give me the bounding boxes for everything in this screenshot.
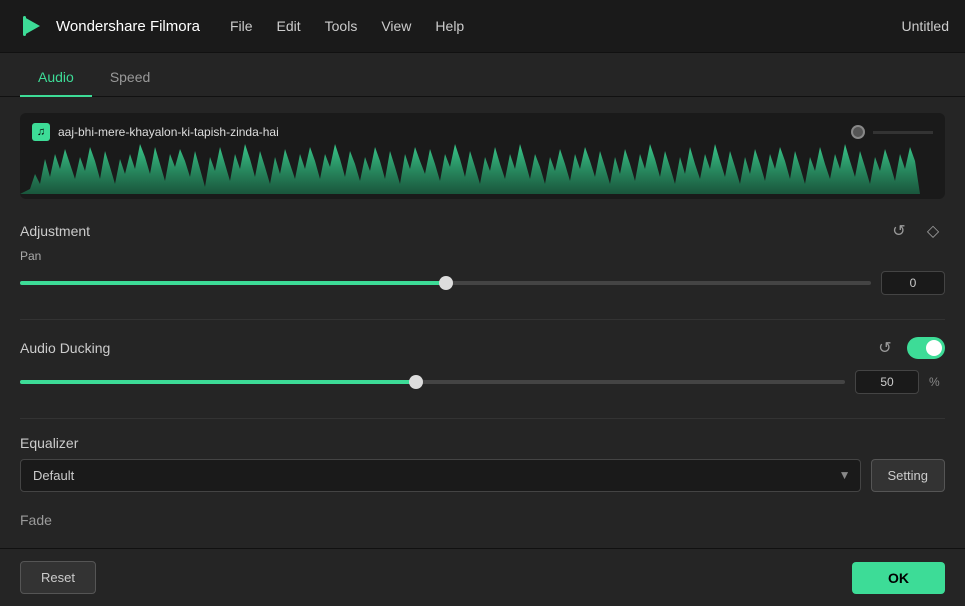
equalizer-row: Default Pop Rock Jazz Classical Custom ▼… <box>20 459 945 492</box>
main-panel: ♫ aaj-bhi-mere-khayalon-ki-tapish-zinda-… <box>0 97 965 548</box>
audio-ducking-slider-fill <box>20 380 416 384</box>
audio-ducking-header: Audio Ducking ↺ <box>20 336 945 360</box>
adjustment-label: Adjustment <box>20 223 90 239</box>
app-name: Wondershare Filmora <box>56 18 200 35</box>
menu-help[interactable]: Help <box>435 14 464 38</box>
adjustment-actions: ↺ ◇ <box>887 219 945 243</box>
waveform-controls <box>851 125 933 139</box>
app-logo <box>16 11 46 41</box>
pan-slider-fill <box>20 281 446 285</box>
tab-bar: Audio Speed <box>0 53 965 97</box>
audio-ducking-reset-btn[interactable]: ↺ <box>873 336 897 360</box>
adjustment-section-header: Adjustment ↺ ◇ <box>20 219 945 243</box>
bottom-bar: Reset OK <box>0 548 965 606</box>
adjustment-diamond-btn[interactable]: ◇ <box>921 219 945 243</box>
window-title: Untitled <box>902 18 949 34</box>
audio-ducking-actions: ↺ <box>873 336 945 360</box>
waveform-svg <box>20 139 920 199</box>
menu-bar: File Edit Tools View Help <box>230 14 902 38</box>
pan-slider-row: 0 <box>20 271 945 295</box>
pan-slider-track[interactable] <box>20 281 871 285</box>
waveform-filename: aaj-bhi-mere-khayalon-ki-tapish-zinda-ha… <box>58 125 843 139</box>
equalizer-setting-btn[interactable]: Setting <box>871 459 945 492</box>
divider-1 <box>20 319 945 320</box>
equalizer-select[interactable]: Default Pop Rock Jazz Classical Custom <box>20 459 861 492</box>
waveform-header: ♫ aaj-bhi-mere-khayalon-ki-tapish-zinda-… <box>32 123 933 141</box>
menu-edit[interactable]: Edit <box>277 14 301 38</box>
toggle-thumb <box>926 340 942 356</box>
menu-tools[interactable]: Tools <box>325 14 358 38</box>
equalizer-label: Equalizer <box>20 435 945 451</box>
audio-ducking-slider-row: 50 % <box>20 370 945 394</box>
audio-ducking-toggle[interactable] <box>907 337 945 359</box>
equalizer-section: Equalizer Default Pop Rock Jazz Classica… <box>20 435 945 492</box>
titlebar: Wondershare Filmora File Edit Tools View… <box>0 0 965 53</box>
waveform-line <box>873 131 933 134</box>
pan-label: Pan <box>20 249 945 263</box>
waveform-playhead[interactable] <box>851 125 865 139</box>
menu-view[interactable]: View <box>381 14 411 38</box>
reset-button[interactable]: Reset <box>20 561 96 594</box>
equalizer-select-wrapper: Default Pop Rock Jazz Classical Custom ▼ <box>20 459 861 492</box>
fade-section: Fade <box>20 512 945 528</box>
audio-ducking-value[interactable]: 50 <box>855 370 919 394</box>
audio-ducking-slider-thumb[interactable] <box>409 375 423 389</box>
music-icon: ♫ <box>32 123 50 141</box>
audio-ducking-slider-track[interactable] <box>20 380 845 384</box>
fade-label: Fade <box>20 512 945 528</box>
audio-ducking-unit: % <box>929 375 945 389</box>
audio-ducking-slider-section: 50 % <box>20 370 945 394</box>
pan-slider-thumb[interactable] <box>439 276 453 290</box>
ok-button[interactable]: OK <box>852 562 945 594</box>
tab-speed[interactable]: Speed <box>92 59 168 97</box>
tab-audio[interactable]: Audio <box>20 59 92 97</box>
divider-2 <box>20 418 945 419</box>
menu-file[interactable]: File <box>230 14 253 38</box>
audio-ducking-label: Audio Ducking <box>20 340 110 356</box>
pan-section: Pan 0 <box>20 249 945 295</box>
pan-value[interactable]: 0 <box>881 271 945 295</box>
adjustment-reset-btn[interactable]: ↺ <box>887 219 911 243</box>
waveform-container: ♫ aaj-bhi-mere-khayalon-ki-tapish-zinda-… <box>20 113 945 199</box>
